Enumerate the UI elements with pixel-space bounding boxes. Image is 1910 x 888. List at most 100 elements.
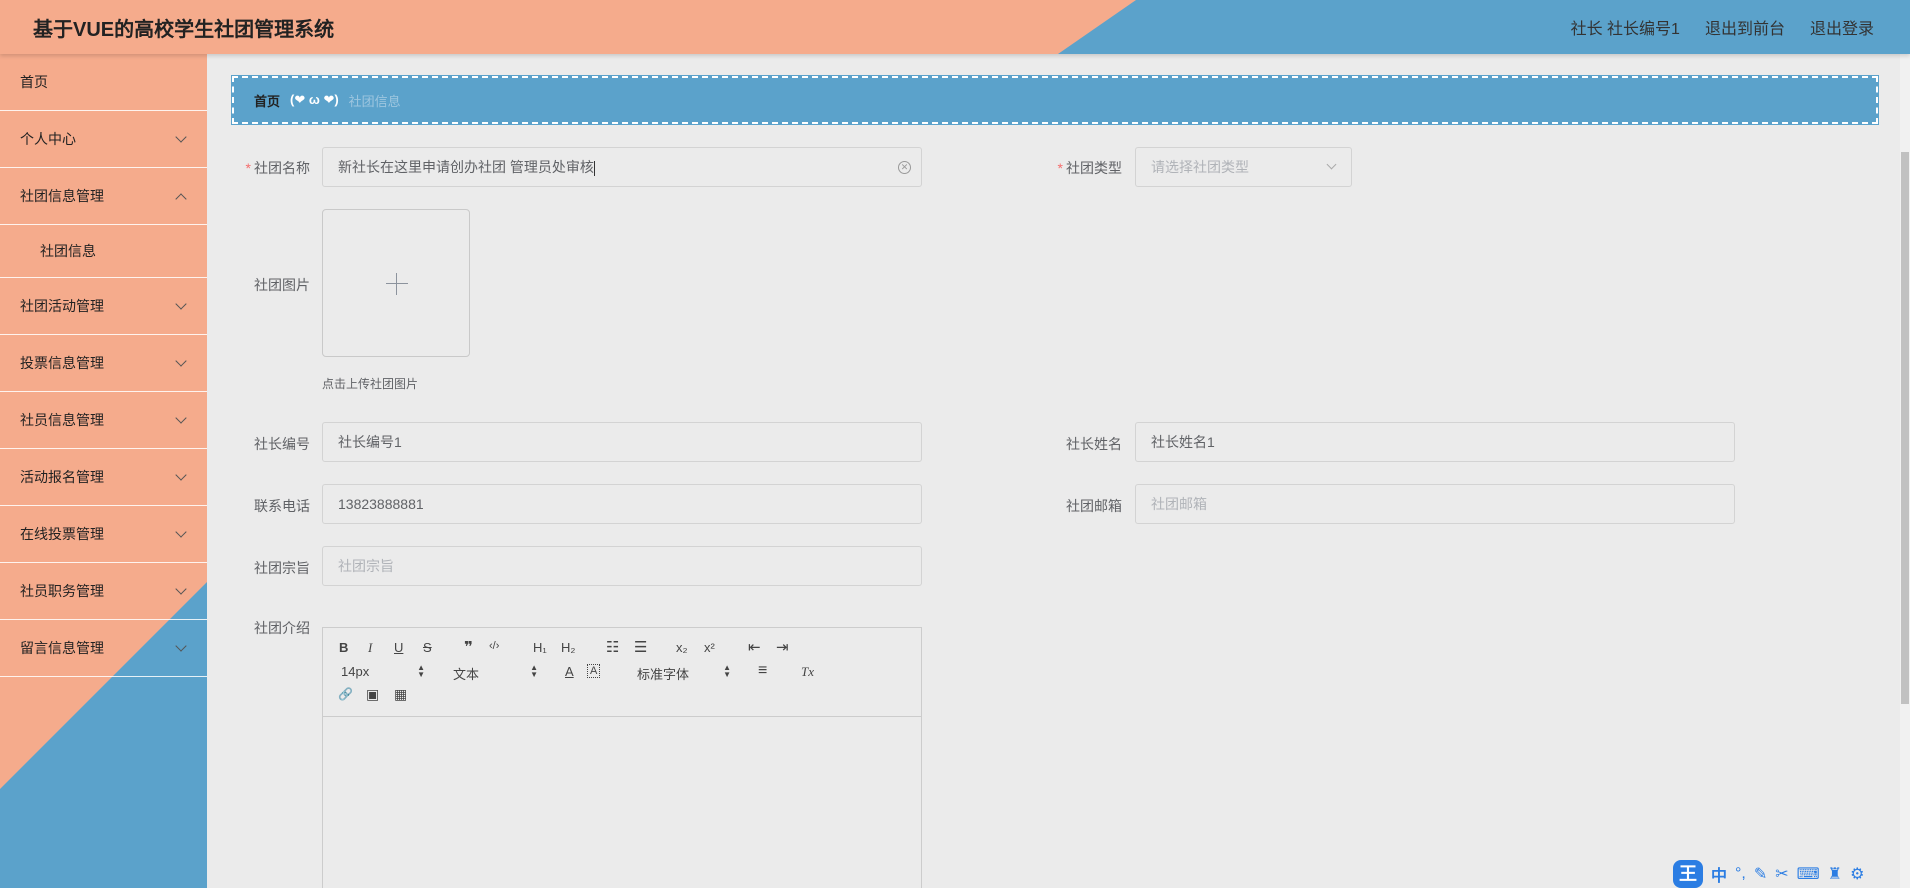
size-select[interactable]: 14px ▲ ▼ <box>341 663 425 680</box>
club-type-select[interactable]: 请选择社团类型 <box>1135 147 1352 187</box>
intro-label: 社团介绍 <box>254 620 310 636</box>
keyboard-icon[interactable]: ⌨ <box>1797 864 1820 884</box>
sidebar-item-message-management[interactable]: 留言信息管理 <box>0 620 207 677</box>
outdent-button[interactable]: ⇤ <box>748 638 761 656</box>
president-name-label: 社长姓名 <box>1066 436 1122 452</box>
sidebar-item-label: 社员职务管理 <box>20 583 104 599</box>
sidebar-item-label: 社团活动管理 <box>20 298 104 314</box>
select-arrows-icon: ▲ ▼ <box>723 663 731 679</box>
sidebar-menu: 首页 个人中心 社团信息管理 社团信息 社团活动管理 投票信息管理 社员信息管理… <box>0 54 207 677</box>
required-mark: * <box>1057 160 1063 176</box>
select-arrows-icon: ▲ ▼ <box>417 663 425 679</box>
italic-button[interactable]: I <box>368 640 372 656</box>
ordered-list-button[interactable]: ☷ <box>606 638 619 656</box>
text-cursor <box>593 160 595 176</box>
app-title: 基于VUE的高校学生社团管理系统 <box>33 19 335 41</box>
sidebar-item-personal-center[interactable]: 个人中心 <box>0 111 207 168</box>
header-links: 社长 社长编号1 退出到前台 退出登录 <box>1571 15 1874 39</box>
purpose-label: 社团宗旨 <box>254 560 310 576</box>
background-color-button[interactable]: A <box>587 664 601 678</box>
plus-icon <box>396 273 397 295</box>
ime-logo-icon[interactable]: 王 <box>1673 860 1703 888</box>
required-mark: * <box>245 160 251 176</box>
sidebar-item-label: 在线投票管理 <box>20 526 104 542</box>
chevron-down-icon <box>175 131 187 143</box>
chevron-down-icon <box>175 526 187 538</box>
indent-button[interactable]: ⇥ <box>776 638 789 656</box>
ime-punct[interactable]: °, <box>1735 865 1746 883</box>
phone-input[interactable]: 13823888881 <box>322 484 922 524</box>
breadcrumb-home[interactable]: 首页 <box>254 91 280 110</box>
scrollbar-thumb[interactable] <box>1901 152 1909 704</box>
h2-button[interactable]: H₂ <box>561 640 575 655</box>
sidebar-item-club-info-management[interactable]: 社团信息管理 <box>0 168 207 225</box>
logout-link[interactable]: 退出登录 <box>1810 15 1874 39</box>
sidebar-item-home[interactable]: 首页 <box>0 54 207 111</box>
strike-button[interactable]: S <box>423 640 432 655</box>
editor-content[interactable] <box>323 717 921 888</box>
shirt-icon[interactable]: ♜ <box>1828 864 1842 884</box>
chevron-down-icon <box>175 583 187 595</box>
breadcrumb: 首页 (❤ ω ❤) 社团信息 <box>231 75 1879 125</box>
chevron-up-icon <box>175 193 187 205</box>
align-button[interactable]: ≡ <box>758 662 767 680</box>
sidebar-item-activity-signup-management[interactable]: 活动报名管理 <box>0 449 207 506</box>
club-name-input[interactable]: 新社长在这里申请创办社团 管理员处审核 ✕ <box>322 147 922 187</box>
purpose-input[interactable]: 社团宗旨 <box>322 546 922 586</box>
breadcrumb-decoration: (❤ ω ❤) <box>290 92 339 107</box>
sidebar-subitem-club-info[interactable]: 社团信息 <box>0 225 207 278</box>
page-scrollbar[interactable] <box>1900 54 1910 888</box>
font-color-button[interactable]: A <box>565 664 574 679</box>
chevron-down-icon <box>175 298 187 310</box>
ime-toolbar: 王 中 °, ✎ ✂ ⌨ ♜ ⚙ <box>1673 860 1864 888</box>
link-icon[interactable]: 🔗 <box>338 687 353 701</box>
image-icon[interactable]: ▣ <box>366 686 379 703</box>
subscript-button[interactable]: x₂ <box>676 640 688 655</box>
pen-icon[interactable]: ✎ <box>1754 864 1767 884</box>
scissors-icon[interactable]: ✂ <box>1775 864 1788 884</box>
president-name-input[interactable]: 社长姓名1 <box>1135 422 1735 462</box>
sidebar-item-label: 社员信息管理 <box>20 412 104 428</box>
sidebar-item-label: 留言信息管理 <box>20 640 104 656</box>
email-label: 社团邮箱 <box>1066 498 1122 514</box>
current-user: 社长 社长编号1 <box>1570 21 1680 38</box>
header-select[interactable]: 文本 ▲ ▼ <box>453 664 538 683</box>
chevron-down-icon <box>175 355 187 367</box>
sidebar-item-club-activity-management[interactable]: 社团活动管理 <box>0 278 207 335</box>
email-input[interactable]: 社团邮箱 <box>1135 484 1735 524</box>
superscript-button[interactable]: x² <box>704 640 715 655</box>
image-upload-box[interactable] <box>322 209 470 357</box>
phone-label: 联系电话 <box>254 498 310 514</box>
sidebar-item-label: 社团信息管理 <box>20 188 104 204</box>
gear-icon[interactable]: ⚙ <box>1850 864 1864 884</box>
sidebar-item-label: 个人中心 <box>20 131 76 147</box>
club-type-label: * 社团类型 <box>1057 160 1122 176</box>
club-image-label: 社团图片 <box>254 277 310 293</box>
code-button[interactable]: ‹/› <box>489 640 499 652</box>
president-id-label: 社长编号 <box>254 436 310 452</box>
sidebar-item-member-info-management[interactable]: 社员信息管理 <box>0 392 207 449</box>
select-arrows-icon: ▲ ▼ <box>530 663 538 679</box>
sidebar-item-label: 活动报名管理 <box>20 469 104 485</box>
ime-mode[interactable]: 中 <box>1711 862 1727 886</box>
sidebar-item-member-position-management[interactable]: 社员职务管理 <box>0 563 207 620</box>
chevron-down-icon <box>175 412 187 424</box>
bullet-list-button[interactable]: ☰ <box>634 638 647 656</box>
sidebar-item-vote-info-management[interactable]: 投票信息管理 <box>0 335 207 392</box>
breadcrumb-current: 社团信息 <box>348 93 401 109</box>
clear-icon[interactable]: ✕ <box>898 161 911 174</box>
clean-format-button[interactable]: Tx <box>801 664 814 680</box>
header: 基于VUE的高校学生社团管理系统 社长 社长编号1 退出到前台 退出登录 <box>0 0 1910 54</box>
sidebar-item-label: 首页 <box>20 74 48 90</box>
video-icon[interactable]: ▦ <box>394 686 407 703</box>
sidebar-item-label: 社团信息 <box>40 243 96 259</box>
chevron-down-icon <box>1326 159 1337 170</box>
sidebar-item-online-vote-management[interactable]: 在线投票管理 <box>0 506 207 563</box>
underline-button[interactable]: U <box>394 640 403 655</box>
blockquote-button[interactable]: ❞ <box>464 638 473 656</box>
president-id-input[interactable]: 社长编号1 <box>322 422 922 462</box>
bold-button[interactable]: B <box>339 640 348 655</box>
h1-button[interactable]: H₁ <box>533 640 547 655</box>
to-front-link[interactable]: 退出到前台 <box>1705 15 1785 39</box>
font-select[interactable]: 标准字体 ▲ ▼ <box>637 664 731 683</box>
